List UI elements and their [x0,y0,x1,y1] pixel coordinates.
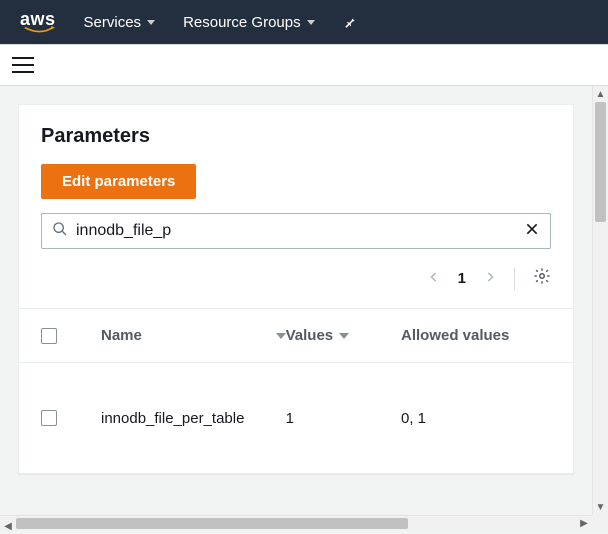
column-header-allowed[interactable]: Allowed values [401,327,551,344]
page-number: 1 [458,270,466,287]
scroll-right-arrow-icon[interactable]: ▶ [576,516,592,531]
column-header-values-label: Values [286,327,334,344]
parameters-panel: Parameters Edit parameters 1 [18,104,574,474]
top-nav: aws Services Resource Groups [0,0,608,44]
resource-groups-label: Resource Groups [183,14,301,31]
caret-down-icon [147,20,155,25]
table-row: innodb_file_per_table 1 0, 1 [19,363,573,473]
aws-smile-icon [22,26,58,34]
row-checkbox[interactable] [41,410,57,426]
pagination-divider [514,268,515,290]
cell-name: innodb_file_per_table [101,410,286,427]
column-header-name-label: Name [101,327,142,344]
select-all-checkbox[interactable] [41,328,57,344]
services-label: Services [84,14,142,31]
search-input[interactable] [76,222,524,240]
pagination: 1 [41,267,551,290]
search-field-wrap [41,213,551,249]
scroll-up-arrow-icon[interactable]: ▲ [593,86,608,102]
main-content: Parameters Edit parameters 1 [0,86,592,515]
resource-groups-menu[interactable]: Resource Groups [183,14,315,31]
sort-caret-icon [276,333,286,339]
column-header-allowed-label: Allowed values [401,327,509,344]
scroll-down-arrow-icon[interactable]: ▼ [593,499,608,515]
horizontal-scroll-thumb[interactable] [16,518,408,529]
services-menu[interactable]: Services [84,14,156,31]
next-page-button[interactable] [484,268,496,289]
sort-caret-icon [339,333,349,339]
scroll-left-arrow-icon[interactable]: ◀ [0,519,16,534]
cell-allowed: 0, 1 [401,410,551,427]
column-header-values[interactable]: Values [286,327,401,344]
horizontal-scrollbar[interactable]: ◀ ▶ [0,515,592,531]
caret-down-icon [307,20,315,25]
vertical-scrollbar[interactable]: ▲ ▼ [592,86,608,515]
vertical-scroll-thumb[interactable] [595,102,606,222]
clear-search-icon[interactable] [524,221,540,242]
pin-icon[interactable] [343,15,357,29]
prev-page-button[interactable] [428,268,440,289]
table-header-row: Name Values Allowed values [19,309,573,363]
parameters-table: Name Values Allowed values innodb_file_p… [19,308,573,473]
hamburger-menu-icon[interactable] [12,57,34,73]
scrollbar-corner [592,515,608,531]
settings-gear-icon[interactable] [533,267,551,290]
secondary-bar [0,44,608,86]
panel-title: Parameters [41,125,551,148]
cell-value: 1 [286,410,401,427]
column-header-name[interactable]: Name [101,327,286,344]
aws-logo[interactable]: aws [20,9,56,36]
edit-parameters-button[interactable]: Edit parameters [41,164,196,199]
search-icon [52,221,68,242]
